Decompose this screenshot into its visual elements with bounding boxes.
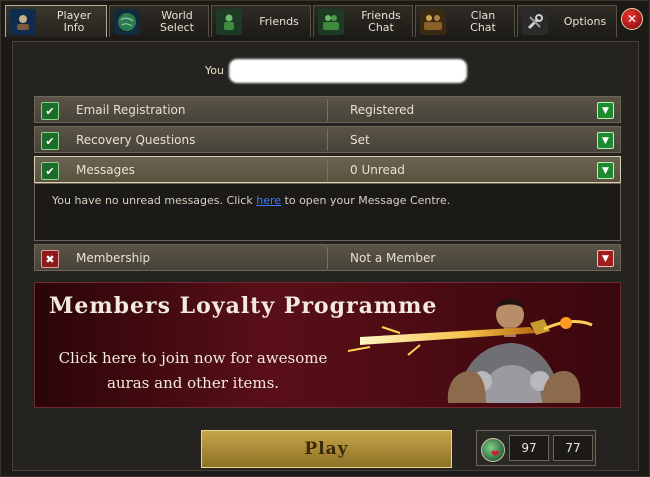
row-label: Messages	[76, 163, 135, 177]
check-icon: ✔	[41, 102, 59, 120]
row-divider	[327, 247, 328, 269]
row-messages[interactable]: ✔ Messages 0 Unread ▼	[34, 156, 621, 183]
chevron-down-icon[interactable]: ▼	[597, 250, 614, 267]
banner-line-2: auras and other items.	[106, 374, 280, 392]
tab-label: Friends	[259, 14, 299, 28]
row-recovery-questions[interactable]: ✔ Recovery Questions Set ▼	[34, 126, 621, 153]
clan-icon	[420, 8, 446, 35]
tab-label: World Select	[160, 8, 194, 34]
check-icon: ✔	[41, 162, 59, 180]
row-value: Set	[350, 133, 370, 147]
redacted-username	[229, 59, 467, 83]
top-tab-bar: Player Info World Select Friends Friends…	[5, 5, 645, 41]
message-centre-link[interactable]: here	[256, 194, 281, 207]
row-value: Registered	[350, 103, 415, 117]
heart-icon: ❤	[491, 449, 500, 460]
play-button[interactable]: Play	[201, 430, 452, 468]
tab-friends[interactable]: Friends	[211, 5, 311, 37]
stat-value-a: 97	[509, 435, 549, 461]
tab-label: Options	[563, 14, 607, 28]
player-icon	[10, 8, 36, 35]
row-label: Email Registration	[76, 103, 186, 117]
wrench-icon	[522, 8, 548, 35]
chevron-down-icon[interactable]: ▼	[597, 102, 614, 119]
row-label: Membership	[76, 251, 151, 265]
messages-details: You have no unread messages. Click here …	[34, 183, 621, 241]
tab-world-select[interactable]: World Select	[109, 5, 209, 37]
row-divider	[327, 99, 328, 121]
info-suffix: to open your Message Centre.	[281, 194, 451, 207]
cross-icon: ✖	[41, 250, 59, 268]
welcome-text: You	[205, 64, 224, 77]
friends-chat-icon	[318, 8, 344, 35]
row-value: 0 Unread	[350, 163, 405, 177]
stats-box: ❤ 97 77	[476, 430, 596, 466]
banner-line-1: Click here to join now for awesome	[58, 349, 328, 367]
check-icon: ✔	[41, 132, 59, 150]
tab-label: Clan Chat	[470, 8, 496, 34]
members-loyalty-banner[interactable]: Members Loyalty Programme Click here to …	[34, 282, 621, 408]
row-divider	[327, 129, 328, 151]
messages-info-text: You have no unread messages. Click here …	[52, 194, 450, 207]
chevron-down-icon[interactable]: ▼	[597, 162, 614, 179]
row-email-registration[interactable]: ✔ Email Registration Registered ▼	[34, 96, 621, 123]
close-icon[interactable]: ✕	[621, 8, 643, 30]
globe-icon	[114, 8, 140, 35]
tab-player-info[interactable]: Player Info	[5, 5, 107, 37]
friends-icon	[216, 8, 242, 35]
banner-text: Click here to join now for awesome auras…	[53, 346, 333, 396]
row-value: Not a Member	[350, 251, 436, 265]
tab-options[interactable]: Options	[517, 5, 617, 37]
chevron-down-icon[interactable]: ▼	[597, 132, 614, 149]
row-label: Recovery Questions	[76, 133, 196, 147]
row-membership[interactable]: ✖ Membership Not a Member ▼	[34, 244, 621, 271]
tab-friends-chat[interactable]: Friends Chat	[313, 5, 413, 37]
tab-clan-chat[interactable]: Clan Chat	[415, 5, 515, 37]
knight-sword-illustration	[347, 298, 593, 403]
window-frame: Player Info World Select Friends Friends…	[0, 0, 650, 477]
row-divider	[327, 159, 328, 181]
tab-label: Player Info	[56, 8, 92, 34]
stat-value-b: 77	[553, 435, 593, 461]
tab-label: Friends Chat	[361, 8, 401, 34]
info-prefix: You have no unread messages. Click	[52, 194, 257, 207]
